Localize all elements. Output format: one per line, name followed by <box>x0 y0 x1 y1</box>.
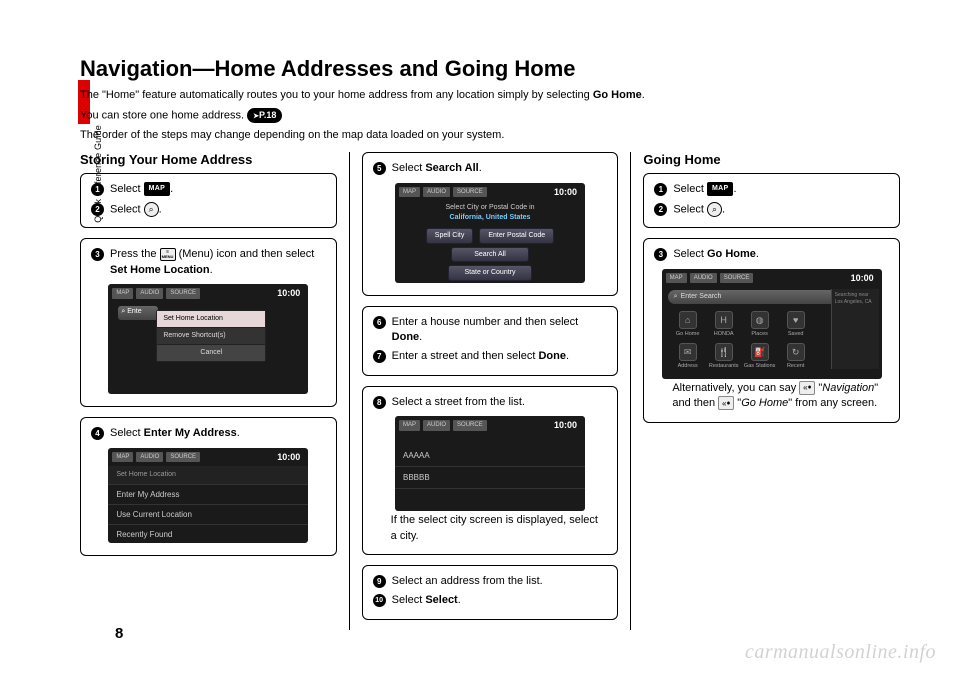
box-step-4: 4 Select Enter My Address. MAPAUDIOSOURC… <box>80 417 337 555</box>
heading-storing: Storing Your Home Address <box>80 152 337 167</box>
gh-step-number-3: 3 <box>654 248 667 261</box>
page-ref-badge: ➤P.18 <box>247 108 282 123</box>
screenshot-street-list: MAPAUDIOSOURCE10:00 AAAAA BBBBB <box>395 416 585 511</box>
step-5-text: Select Search All. <box>392 161 608 176</box>
screenshot-search-all: MAPAUDIOSOURCE10:00 Select City or Posta… <box>395 183 585 283</box>
heading-going-home: Going Home <box>643 152 900 167</box>
step-number-10: 10 <box>373 594 386 607</box>
step-4-text: Select Enter My Address. <box>110 426 326 441</box>
step-8-note: If the select city screen is displayed, … <box>373 513 608 544</box>
box-steps-6-7: 6 Enter a house number and then select D… <box>362 306 619 376</box>
step-number-4: 4 <box>91 427 104 440</box>
watermark: carmanualsonline.info <box>745 641 936 664</box>
box-step-5: 5 Select Search All. MAPAUDIOSOURCE10:00… <box>362 152 619 295</box>
column-storing-home: Storing Your Home Address 1 Select MAP. … <box>80 152 350 630</box>
gh-step-3-text: Select Go Home. <box>673 247 889 262</box>
gh-step-number-1: 1 <box>654 183 667 196</box>
column-going-home: Going Home 1 Select MAP. 2 Select ⌕. <box>643 152 900 630</box>
step-3-text: Press the ≡MENU (Menu) icon and then sel… <box>110 247 326 278</box>
screenshot-go-home: MAPAUDIOSOURCE10:00 ⌕Enter Search Search… <box>662 269 882 379</box>
step-number-6: 6 <box>373 316 386 329</box>
box-steps-1-2: 1 Select MAP. 2 Select ⌕. <box>80 173 337 228</box>
step-2-text: Select ⌕. <box>110 202 326 218</box>
map-icon: MAP <box>707 182 733 196</box>
gh-step-2-text: Select ⌕. <box>673 202 889 218</box>
step-number-1: 1 <box>91 183 104 196</box>
step-10-text: Select Select. <box>392 593 608 608</box>
intro-line-1: The "Home" feature automatically routes … <box>80 88 900 104</box>
intro-line-2: You can store one home address. ➤P.18 <box>80 108 900 124</box>
step-6-text: Enter a house number and then select Don… <box>392 315 608 346</box>
step-number-2: 2 <box>91 203 104 216</box>
page-number: 8 <box>115 625 123 642</box>
box-gh-step-3: 3 Select Go Home. MAPAUDIOSOURCE10:00 ⌕E… <box>643 238 900 422</box>
step-7-text: Enter a street and then select Done. <box>392 349 608 364</box>
intro-line-3: The order of the steps may change depend… <box>80 128 900 144</box>
gh-step-1-text: Select MAP. <box>673 182 889 197</box>
page-title: Navigation—Home Addresses and Going Home <box>80 56 900 82</box>
box-gh-steps-1-2: 1 Select MAP. 2 Select ⌕. <box>643 173 900 228</box>
step-number-9: 9 <box>373 575 386 588</box>
step-8-text: Select a street from the list. <box>392 395 608 410</box>
box-steps-9-10: 9 Select an address from the list. 10 Se… <box>362 565 619 620</box>
menu-icon: ≡MENU <box>160 248 176 261</box>
step-9-text: Select an address from the list. <box>392 574 608 589</box>
box-step-8: 8 Select a street from the list. MAPAUDI… <box>362 386 619 555</box>
map-icon: MAP <box>144 182 170 196</box>
step-number-5: 5 <box>373 162 386 175</box>
screenshot-set-home-menu: MAPAUDIOSOURCE10:00 ⌕ Ente Set Home Loca… <box>108 284 308 394</box>
page-content: Navigation—Home Addresses and Going Home… <box>80 56 900 638</box>
step-1-text: Select MAP. <box>110 182 326 197</box>
voice-icon: «ꔷ <box>718 396 734 410</box>
column-middle: 5 Select Search All. MAPAUDIOSOURCE10:00… <box>362 152 632 630</box>
voice-icon: «ꔷ <box>799 381 815 395</box>
step-number-7: 7 <box>373 350 386 363</box>
magnifier-icon: ⌕ <box>144 202 159 217</box>
box-step-3: 3 Press the ≡MENU (Menu) icon and then s… <box>80 238 337 407</box>
step-number-3: 3 <box>91 248 104 261</box>
magnifier-icon: ⌕ <box>707 202 722 217</box>
screenshot-enter-my-address: MAPAUDIOSOURCE10:00 Set Home Location En… <box>108 448 308 543</box>
step-number-8: 8 <box>373 396 386 409</box>
gh-step-number-2: 2 <box>654 203 667 216</box>
gh-alternative-note: Alternatively, you can say «ꔷ "Navigatio… <box>654 381 889 412</box>
